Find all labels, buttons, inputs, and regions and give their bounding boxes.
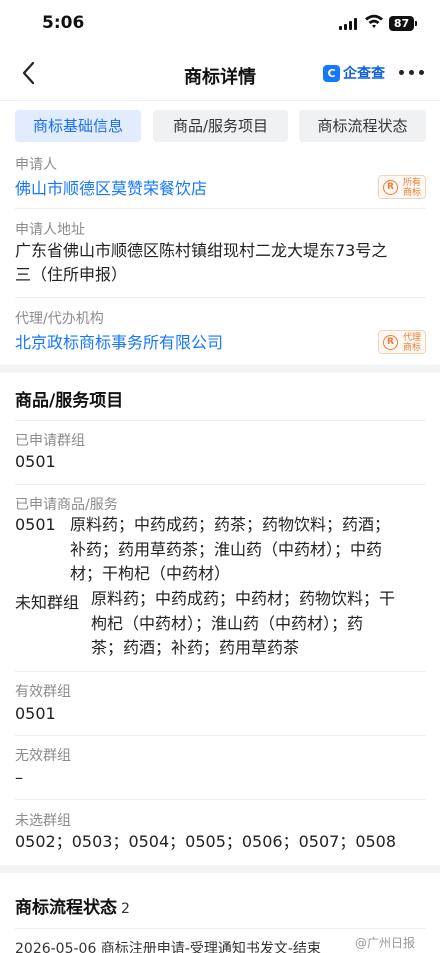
brand-name: 企查查 (343, 66, 385, 82)
signal-icon (339, 18, 359, 30)
status-time: 5:06 (42, 13, 85, 33)
agent-trademarks-badge[interactable]: R 代理 商标 (378, 330, 426, 354)
goods-section-title: 商品/服务项目 (15, 391, 124, 411)
invalid-group-label: 无效群组 (15, 748, 71, 764)
nav-bar: 商标详情 C 企查查 (0, 48, 440, 100)
valid-group-label: 有效群组 (15, 684, 71, 700)
applicant-address: 广东省佛山市顺德区陈村镇绀现村二龙大堤东73号之 三（住所申报） (15, 241, 388, 284)
brand-logo[interactable]: C 企查查 (323, 63, 385, 83)
divider (15, 735, 426, 736)
divider (15, 928, 426, 929)
goods-services-card: 商品/服务项目 已申请群组 0501 已申请商品/服务 0501 原料药；中药成… (0, 373, 440, 865)
registered-icon: R (383, 180, 398, 195)
brand-icon: C (323, 64, 340, 82)
divider (15, 671, 426, 672)
tab-basic-info[interactable]: 商标基础信息 (15, 110, 141, 142)
status-bar: 5:06 87 (0, 0, 440, 48)
applied-goods-label: 已申请商品/服务 (15, 497, 118, 513)
unknown-group-code: 未知群组 (15, 593, 80, 612)
tab-process-status[interactable]: 商标流程状态 (299, 110, 426, 142)
divider (15, 484, 426, 485)
invalid-group-value: – (15, 768, 23, 787)
process-first-item[interactable]: 2026-05-06 商标注册申请-受理通知书发文-结束 (15, 938, 321, 953)
tab-goods-services[interactable]: 商品/服务项目 (153, 110, 288, 142)
agent-label: 代理/代办机构 (15, 311, 104, 327)
registered-icon: R (383, 335, 398, 350)
applicant-label: 申请人 (15, 157, 57, 173)
unknown-group-goods-list: 原料药；中药成药；中药材；药物饮料；干 枸杞（中药材）；淮山药（中药材）；药 茶… (91, 589, 396, 657)
divider (15, 799, 426, 800)
divider (15, 420, 426, 421)
address-label: 申请人地址 (15, 222, 85, 238)
applied-group-label: 已申请群组 (15, 433, 85, 449)
more-icon[interactable] (399, 70, 425, 76)
unselected-group-value: 0502；0503；0504；0505；0506；0507；0508 (15, 832, 397, 851)
watermark: @广州日报 (355, 936, 416, 950)
applicant-name[interactable]: 佛山市顺德区莫赞荣餐饮店 (15, 175, 426, 199)
basic-info-card: 申请人 佛山市顺德区莫赞荣餐饮店 R 所有 商标 申请人地址 广东省佛山市顺德区陈… (0, 150, 440, 365)
battery-icon: 87 (389, 16, 417, 31)
unselected-group-label: 未选群组 (15, 813, 71, 829)
valid-group-value: 0501 (15, 704, 56, 723)
all-trademarks-badge[interactable]: R 所有 商标 (378, 175, 426, 199)
section-tabs: 商标基础信息 商品/服务项目 商标流程状态 (0, 100, 440, 150)
divider (15, 208, 426, 209)
process-count: 2 (121, 901, 130, 917)
group-code: 0501 (15, 515, 56, 534)
applied-group-value: 0501 (15, 452, 56, 471)
agent-name[interactable]: 北京政标商标事务所有限公司 (15, 329, 426, 353)
wifi-icon (365, 14, 383, 28)
divider (15, 297, 426, 298)
group-goods-list: 原料药；中药成药；药茶；药物饮料；药酒； 补药；药用草药茶；淮山药（中药材）；中… (70, 515, 391, 583)
process-section-title: 商标流程状态 2 (15, 898, 130, 918)
